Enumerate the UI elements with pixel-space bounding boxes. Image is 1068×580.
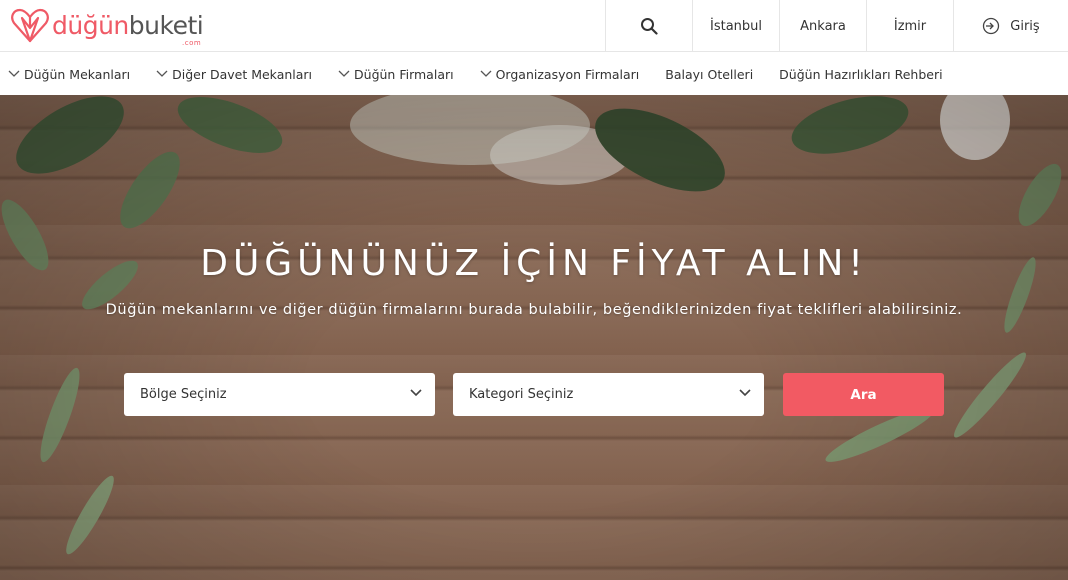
chevron-down-icon (410, 389, 422, 397)
region-select[interactable]: Bölge Seçiniz (124, 373, 435, 416)
chevron-down-icon (480, 70, 492, 77)
nav-item-dugun-mekanlari[interactable]: Düğün Mekanları (8, 67, 130, 82)
logo[interactable]: düğünbuketi .com (10, 4, 204, 47)
logo-wordmark: düğünbuketi .com (52, 10, 204, 47)
hero-subtitle: Düğün mekanlarını ve diğer düğün firmala… (105, 302, 963, 318)
search-submit-button[interactable]: Ara (783, 373, 944, 416)
category-select[interactable]: Kategori Seçiniz (453, 373, 764, 416)
chevron-down-icon (8, 70, 20, 77)
search-icon (641, 18, 658, 35)
city-link-ankara[interactable]: Ankara (779, 0, 866, 52)
heart-logo-icon (11, 8, 49, 43)
login-label: Giriş (1010, 18, 1040, 34)
city-link-izmir[interactable]: İzmir (866, 0, 953, 52)
top-header: düğünbuketi .com İstanbul Ankara İzmir G… (0, 0, 1068, 52)
chevron-down-icon (156, 70, 168, 77)
login-icon (983, 17, 1000, 35)
city-link-istanbul[interactable]: İstanbul (692, 0, 779, 52)
hero-section: DÜĞÜNÜNÜZ İÇİN FİYAT ALIN! Düğün mekanla… (0, 95, 1068, 580)
hero-overlay (0, 95, 1068, 580)
nav-item-dugun-hazirliklari-rehberi[interactable]: Düğün Hazırlıkları Rehberi (779, 67, 942, 82)
category-navigation: Düğün Mekanları Diğer Davet Mekanları Dü… (0, 53, 1068, 95)
nav-item-dugun-firmalari[interactable]: Düğün Firmaları (338, 67, 454, 82)
login-button[interactable]: Giriş (953, 0, 1068, 52)
nav-item-balayi-otelleri[interactable]: Balayı Otelleri (665, 67, 753, 82)
top-navigation: İstanbul Ankara İzmir Giriş (605, 0, 1068, 52)
region-select-label: Bölge Seçiniz (140, 387, 227, 402)
category-select-label: Kategori Seçiniz (469, 387, 574, 402)
search-button[interactable] (605, 0, 692, 52)
chevron-down-icon (338, 70, 350, 77)
hero-title: DÜĞÜNÜNÜZ İÇİN FİYAT ALIN! (200, 243, 868, 284)
nav-item-diger-davet-mekanlari[interactable]: Diğer Davet Mekanları (156, 67, 312, 82)
nav-item-organizasyon-firmalari[interactable]: Organizasyon Firmaları (480, 67, 639, 82)
chevron-down-icon (739, 389, 751, 397)
